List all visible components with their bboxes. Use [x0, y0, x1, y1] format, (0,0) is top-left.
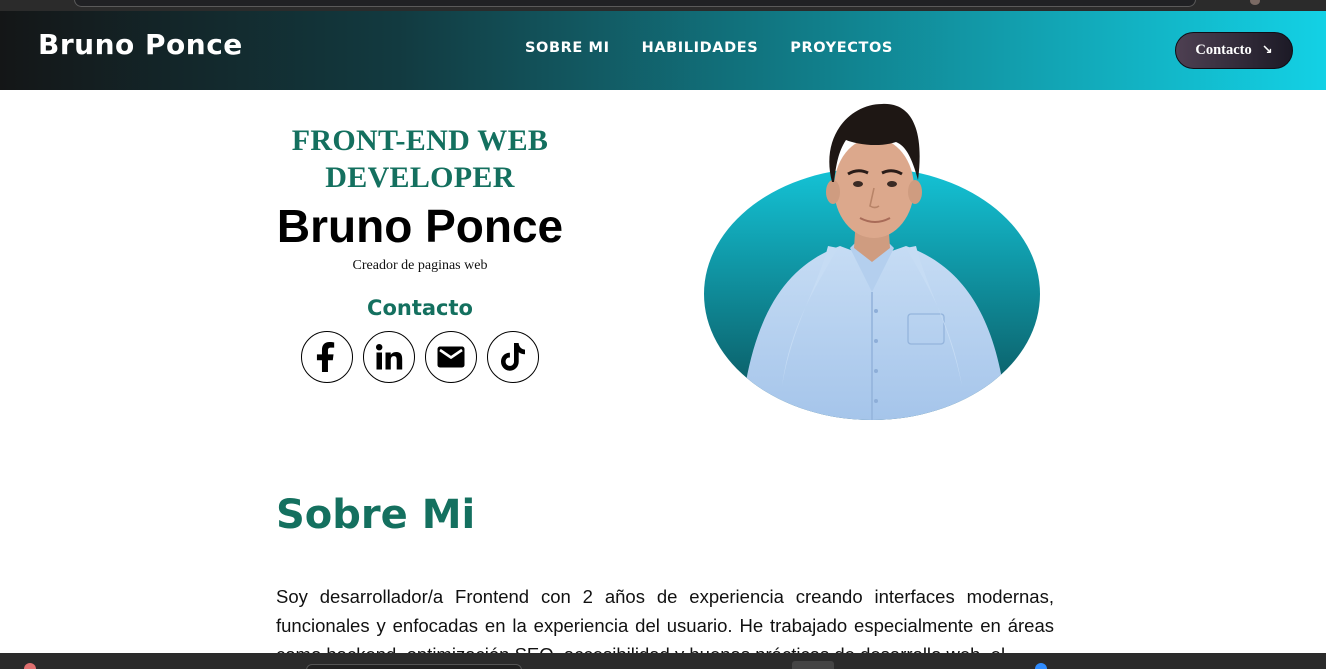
taskbar-app-icon[interactable]	[24, 663, 36, 669]
contact-heading: Contacto	[367, 296, 473, 320]
about-title: Sobre Mi	[276, 492, 476, 538]
nav-link-proyectos[interactable]: PROYECTOS	[790, 40, 893, 56]
linkedin-link[interactable]	[363, 331, 415, 383]
taskbar	[0, 653, 1326, 669]
tiktok-icon	[501, 343, 525, 371]
navbar: Bruno Ponce SOBRE MI HABILIDADES PROYECT…	[0, 11, 1326, 90]
arrow-down-right-icon: ↘	[1261, 43, 1273, 58]
contact-button-label: Contacto	[1195, 42, 1252, 58]
nav-links: SOBRE MI HABILIDADES PROYECTOS	[525, 40, 893, 56]
profile-avatar[interactable]	[1250, 0, 1260, 5]
address-bar[interactable]	[74, 0, 1196, 7]
nav-link-habilidades[interactable]: HABILIDADES	[642, 40, 759, 56]
email-icon	[437, 346, 465, 368]
hero-role: FRONT-END WEB DEVELOPER	[291, 124, 549, 194]
taskbar-app-icon[interactable]	[1035, 663, 1047, 669]
profile-photo	[700, 96, 1045, 426]
facebook-icon	[316, 342, 335, 372]
contact-button[interactable]: Contacto ↘	[1175, 32, 1293, 69]
email-link[interactable]	[425, 331, 477, 383]
tiktok-link[interactable]	[487, 331, 539, 383]
taskbar-app-icon[interactable]	[792, 661, 834, 669]
brand-logo[interactable]: Bruno Ponce	[38, 28, 243, 61]
hero-subtitle: Creador de paginas web	[352, 258, 488, 273]
nav-link-sobre-mi[interactable]: SOBRE MI	[525, 40, 610, 56]
hero-name: Bruno Ponce	[276, 200, 564, 252]
browser-chrome-top	[0, 0, 1326, 11]
linkedin-icon	[376, 344, 403, 370]
hero-intro: FRONT-END WEB DEVELOPER Bruno Ponce Crea…	[260, 122, 580, 383]
facebook-link[interactable]	[301, 331, 353, 383]
social-links	[260, 331, 580, 383]
taskbar-search-box[interactable]	[306, 664, 522, 669]
